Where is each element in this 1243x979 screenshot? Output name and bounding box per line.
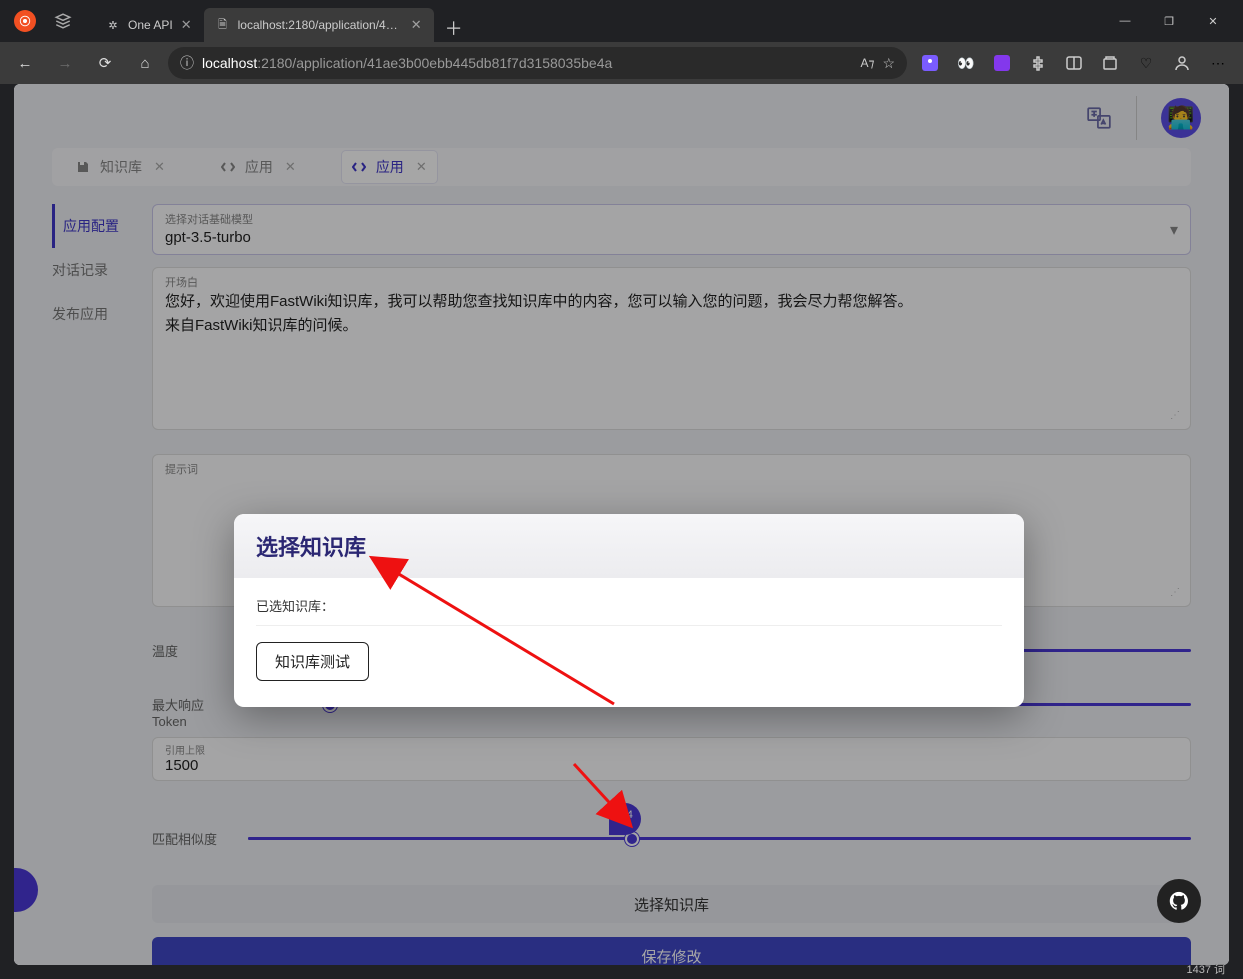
refresh-button[interactable]: ⟳ (88, 46, 122, 80)
ref-value: 1500 (165, 757, 1178, 774)
workspace-icon[interactable] (52, 10, 74, 32)
opening-text: 您好，欢迎使用FastWiki知识库，我可以帮助您查找知识库中的内容，您可以输入… (165, 290, 1178, 410)
browser-titlebar: ⦿ ✲ One API ✕ 🗎 localhost:2180/applicati… (0, 0, 1243, 42)
model-label: 选择对话基础模型 (165, 211, 1178, 227)
sidenav-history[interactable]: 对话记录 (52, 248, 132, 292)
extension-icons: 👀 ♡ ⋯ (913, 46, 1235, 80)
apptab-label: 应用 (245, 157, 273, 177)
kb-option-button[interactable]: 知识库测试 (256, 642, 369, 681)
tab-label: localhost:2180/application/41ae3 (238, 18, 403, 32)
extensions-menu-icon[interactable] (1021, 46, 1055, 80)
split-screen-icon[interactable] (1057, 46, 1091, 80)
home-button[interactable]: ⌂ (128, 46, 162, 80)
sidenav-publish[interactable]: 发布应用 (52, 292, 132, 336)
apptab-label: 应用 (376, 157, 404, 177)
modal-title: 选择知识库 (256, 530, 1002, 562)
apptab-app-1[interactable]: 应用 ✕ (211, 151, 306, 183)
save-icon (76, 160, 90, 174)
select-kb-button[interactable]: 选择知识库 (152, 885, 1191, 923)
github-fab[interactable] (1157, 879, 1201, 923)
browser-tabs: ✲ One API ✕ 🗎 localhost:2180/application… (84, 0, 1103, 42)
apptab-app-2[interactable]: 应用 ✕ (342, 151, 437, 183)
sidenav: 应用配置 对话记录 发布应用 (52, 204, 132, 336)
slider-label: 最大响应Token (152, 695, 238, 729)
ext-icon-1[interactable] (913, 46, 947, 80)
url-host: localhost (202, 55, 257, 71)
model-value: gpt-3.5-turbo (165, 229, 1178, 246)
site-info-icon[interactable]: ⓘ (180, 53, 194, 73)
ref-label: 引用上限 (165, 742, 1178, 757)
close-icon[interactable]: ✕ (416, 159, 427, 175)
tab-close-icon[interactable]: ✕ (181, 17, 192, 33)
slider-label: 温度 (152, 641, 238, 660)
apptab-knowledge[interactable]: 知识库 ✕ (66, 151, 175, 183)
browser-window: ⦿ ✲ One API ✕ 🗎 localhost:2180/applicati… (0, 0, 1243, 979)
translate-icon[interactable] (1086, 105, 1112, 131)
browser-profile-icon[interactable]: ⦿ (14, 10, 36, 32)
url-path: :2180/application/41ae3b00ebb445db81f7d3… (257, 55, 612, 71)
similarity-slider[interactable]: 匹配相似度 0.4 (152, 829, 1191, 849)
statusbar-wordcount: 1437 词 (1186, 961, 1225, 977)
window-minimize[interactable]: — (1103, 5, 1147, 37)
tab-label: One API (128, 18, 173, 32)
opening-label: 开场白 (165, 274, 1178, 290)
modal-body: 已选知识库： 知识库测试 (234, 578, 1024, 707)
opening-textarea[interactable]: 开场白 您好，欢迎使用FastWiki知识库，我可以帮助您查找知识库中的内容，您… (152, 267, 1191, 430)
divider (256, 625, 1002, 626)
window-close[interactable]: ✕ (1191, 5, 1235, 37)
menu-icon[interactable]: ⋯ (1201, 46, 1235, 80)
app-header: 🧑‍💻 (1086, 96, 1201, 140)
favicon-openai: ✲ (106, 18, 120, 32)
apptab-label: 知识库 (100, 157, 142, 177)
resize-handle[interactable]: ⋰ (165, 410, 1178, 421)
back-button[interactable]: ← (8, 46, 42, 80)
browser-tab-1[interactable]: 🗎 localhost:2180/application/41ae3 ✕ (204, 8, 434, 42)
user-avatar[interactable]: 🧑‍💻 (1161, 98, 1201, 138)
browser-toolbar: ← → ⟳ ⌂ ⓘ localhost:2180/application/41a… (0, 42, 1243, 84)
window-controls: — ❐ ✕ (1103, 5, 1235, 37)
profile-icon[interactable] (1165, 46, 1199, 80)
favorite-icon[interactable]: ☆ (882, 55, 895, 72)
url-bar[interactable]: ⓘ localhost:2180/application/41ae3b00ebb… (168, 47, 907, 79)
select-kb-modal: 选择知识库 已选知识库： 知识库测试 (234, 514, 1024, 707)
sidenav-app-config[interactable]: 应用配置 (52, 204, 132, 248)
slider-balloon: 0.4 (609, 803, 641, 835)
app-tabbar: 知识库 ✕ 应用 ✕ 应用 ✕ (52, 148, 1191, 186)
chevron-down-icon: ▾ (1170, 220, 1178, 240)
slider-label: 匹配相似度 (152, 829, 238, 848)
close-icon[interactable]: ✕ (154, 159, 165, 175)
ext-icon-2[interactable]: 👀 (949, 46, 983, 80)
code-icon (352, 160, 366, 174)
prompt-label: 提示词 (165, 461, 1178, 477)
sidebar-toggle[interactable] (14, 868, 38, 912)
reference-limit-input[interactable]: 引用上限 1500 (152, 737, 1191, 781)
window-maximize[interactable]: ❐ (1147, 5, 1191, 37)
collections-icon[interactable] (1093, 46, 1127, 80)
performance-icon[interactable]: ♡ (1129, 46, 1163, 80)
favicon-page: 🗎 (216, 18, 230, 32)
ext-icon-3[interactable] (985, 46, 1019, 80)
save-button[interactable]: 保存修改 (152, 937, 1191, 965)
forward-button: → (48, 46, 82, 80)
model-select[interactable]: 选择对话基础模型 gpt-3.5-turbo ▾ (152, 204, 1191, 255)
modal-selected-label: 已选知识库： (256, 596, 1002, 615)
browser-tab-0[interactable]: ✲ One API ✕ (94, 8, 204, 42)
new-tab-button[interactable]: ＋ (440, 14, 468, 42)
read-aloud-icon[interactable]: A⁊ (860, 56, 874, 70)
code-icon (221, 160, 235, 174)
page: 🧑‍💻 知识库 ✕ 应用 ✕ 应用 ✕ (14, 84, 1229, 965)
modal-header: 选择知识库 (234, 514, 1024, 578)
tab-close-icon[interactable]: ✕ (411, 17, 422, 33)
close-icon[interactable]: ✕ (285, 159, 296, 175)
divider (1136, 96, 1137, 140)
